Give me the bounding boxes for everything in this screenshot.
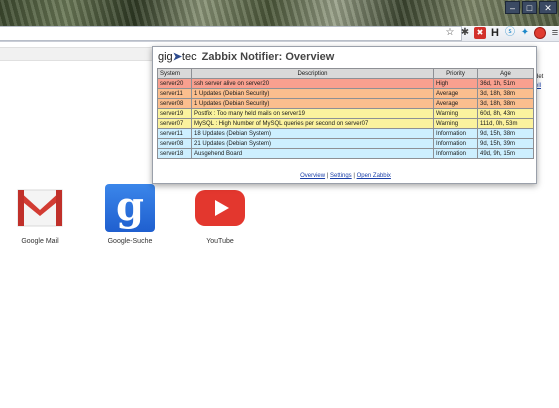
column-header-description: Description — [191, 68, 434, 79]
google-search-icon: g — [105, 184, 155, 232]
table-row[interactable]: server20 ssh server alive on server20 Hi… — [157, 78, 534, 89]
overview-link[interactable]: Overview — [300, 173, 325, 179]
cell-priority: Average — [433, 88, 478, 99]
open-zabbix-link[interactable]: Open Zabbix — [357, 173, 391, 179]
app-google-search[interactable]: g Google-Suche — [95, 184, 165, 245]
column-header-age: Age — [477, 68, 534, 79]
cell-priority: Average — [433, 98, 478, 109]
cell-description: 1 Updates (Debian Security) — [191, 88, 434, 99]
table-row[interactable]: server08 1 Updates (Debian Security) Ave… — [157, 98, 534, 109]
red-extension-icon[interactable]: ✖ — [474, 27, 486, 39]
cell-system: server18 — [157, 148, 192, 159]
cell-description: 18 Updates (Debian System) — [191, 128, 434, 139]
bookmark-star-icon[interactable]: ☆ — [444, 27, 456, 39]
gmail-icon — [15, 184, 65, 232]
youtube-icon — [195, 190, 245, 226]
cell-age: 3d, 18h, 38m — [477, 98, 534, 109]
cell-system: server19 — [157, 108, 192, 119]
cell-system: server08 — [157, 98, 192, 109]
cell-description: MySQL : High Number of MySQL queries per… — [191, 118, 434, 129]
cell-system: server20 — [157, 78, 192, 89]
minimize-button[interactable]: – — [505, 1, 520, 14]
app-youtube[interactable]: YouTube — [185, 184, 255, 245]
cell-priority: Warning — [433, 118, 478, 129]
bluetooth-icon[interactable]: ✦ — [519, 27, 531, 39]
cell-system: server08 — [157, 138, 192, 149]
cell-age: 49d, 9h, 15m — [477, 148, 534, 159]
table-row[interactable]: server18 Ausgehend Board Information 49d… — [157, 148, 534, 159]
popup-links: Overview | Settings | Open Zabbix — [153, 173, 538, 179]
app-label: Google Mail — [21, 238, 59, 245]
table-row[interactable]: server19 Postfix : Too many held mails o… — [157, 108, 534, 119]
cell-age: 60d, 8h, 43m — [477, 108, 534, 119]
settings-link[interactable]: Settings — [330, 173, 352, 179]
zabbix-notifier-icon[interactable] — [534, 27, 546, 39]
maximize-button[interactable]: □ — [522, 1, 537, 14]
cell-system: server11 — [157, 88, 192, 99]
puzzle-extension-icon[interactable]: ✱ — [459, 27, 471, 39]
cell-age: 9d, 15h, 39m — [477, 138, 534, 149]
extension-icons: ☆ ✱ ✖ H ⓢ ✦ ≡ — [444, 27, 559, 39]
cell-priority: Information — [433, 148, 478, 159]
column-header-system: System — [157, 68, 192, 79]
app-label: YouTube — [206, 238, 234, 245]
cell-priority: Information — [433, 128, 478, 139]
window-controls: – □ ✕ — [505, 1, 557, 14]
close-button[interactable]: ✕ — [539, 1, 557, 14]
events-table: System Description Priority Age server20… — [157, 68, 534, 159]
zabbix-notifier-popup: gig➤tec Zabbix Notifier: Overview System… — [152, 46, 537, 184]
address-bar[interactable] — [0, 26, 462, 41]
cell-system: server11 — [157, 128, 192, 139]
cell-description: 1 Updates (Debian Security) — [191, 98, 434, 109]
cell-description: Postfix : Too many held mails on server1… — [191, 108, 434, 119]
column-header-priority: Priority — [433, 68, 478, 79]
table-row[interactable]: server11 18 Updates (Debian System) Info… — [157, 128, 534, 139]
h-extension-icon[interactable]: H — [489, 27, 501, 39]
cell-age: 3d, 18h, 38m — [477, 88, 534, 99]
menu-icon[interactable]: ≡ — [549, 27, 559, 39]
cell-age: 111d, 0h, 53m — [477, 118, 534, 129]
cell-age: 36d, 1h, 51m — [477, 78, 534, 89]
table-row[interactable]: server07 MySQL : High Number of MySQL qu… — [157, 118, 534, 129]
popup-heading: Zabbix Notifier: Overview — [201, 51, 335, 63]
cell-priority: High — [433, 78, 478, 89]
app-google-mail[interactable]: Google Mail — [5, 184, 75, 245]
app-label: Google-Suche — [107, 238, 153, 245]
table-row[interactable]: server11 1 Updates (Debian Security) Ave… — [157, 88, 534, 99]
cell-system: server07 — [157, 118, 192, 129]
cell-description: 21 Updates (Debian System) — [191, 138, 434, 149]
skype-icon[interactable]: ⓢ — [504, 27, 516, 39]
table-row[interactable]: server08 21 Updates (Debian System) Info… — [157, 138, 534, 149]
table-header-row: System Description Priority Age — [157, 68, 534, 79]
cell-description: ssh server alive on server20 — [191, 78, 434, 89]
popup-title: gig➤tec Zabbix Notifier: Overview — [158, 50, 334, 63]
cell-age: 9d, 15h, 38m — [477, 128, 534, 139]
window-frame — [0, 0, 559, 26]
cell-priority: Information — [433, 138, 478, 149]
cell-description: Ausgehend Board — [191, 148, 434, 159]
gigatec-logo: gig➤tec — [158, 51, 197, 63]
browser-toolbar: ☆ ✱ ✖ H ⓢ ✦ ≡ — [0, 26, 559, 42]
bookmark-strip — [0, 47, 160, 61]
cell-priority: Warning — [433, 108, 478, 119]
